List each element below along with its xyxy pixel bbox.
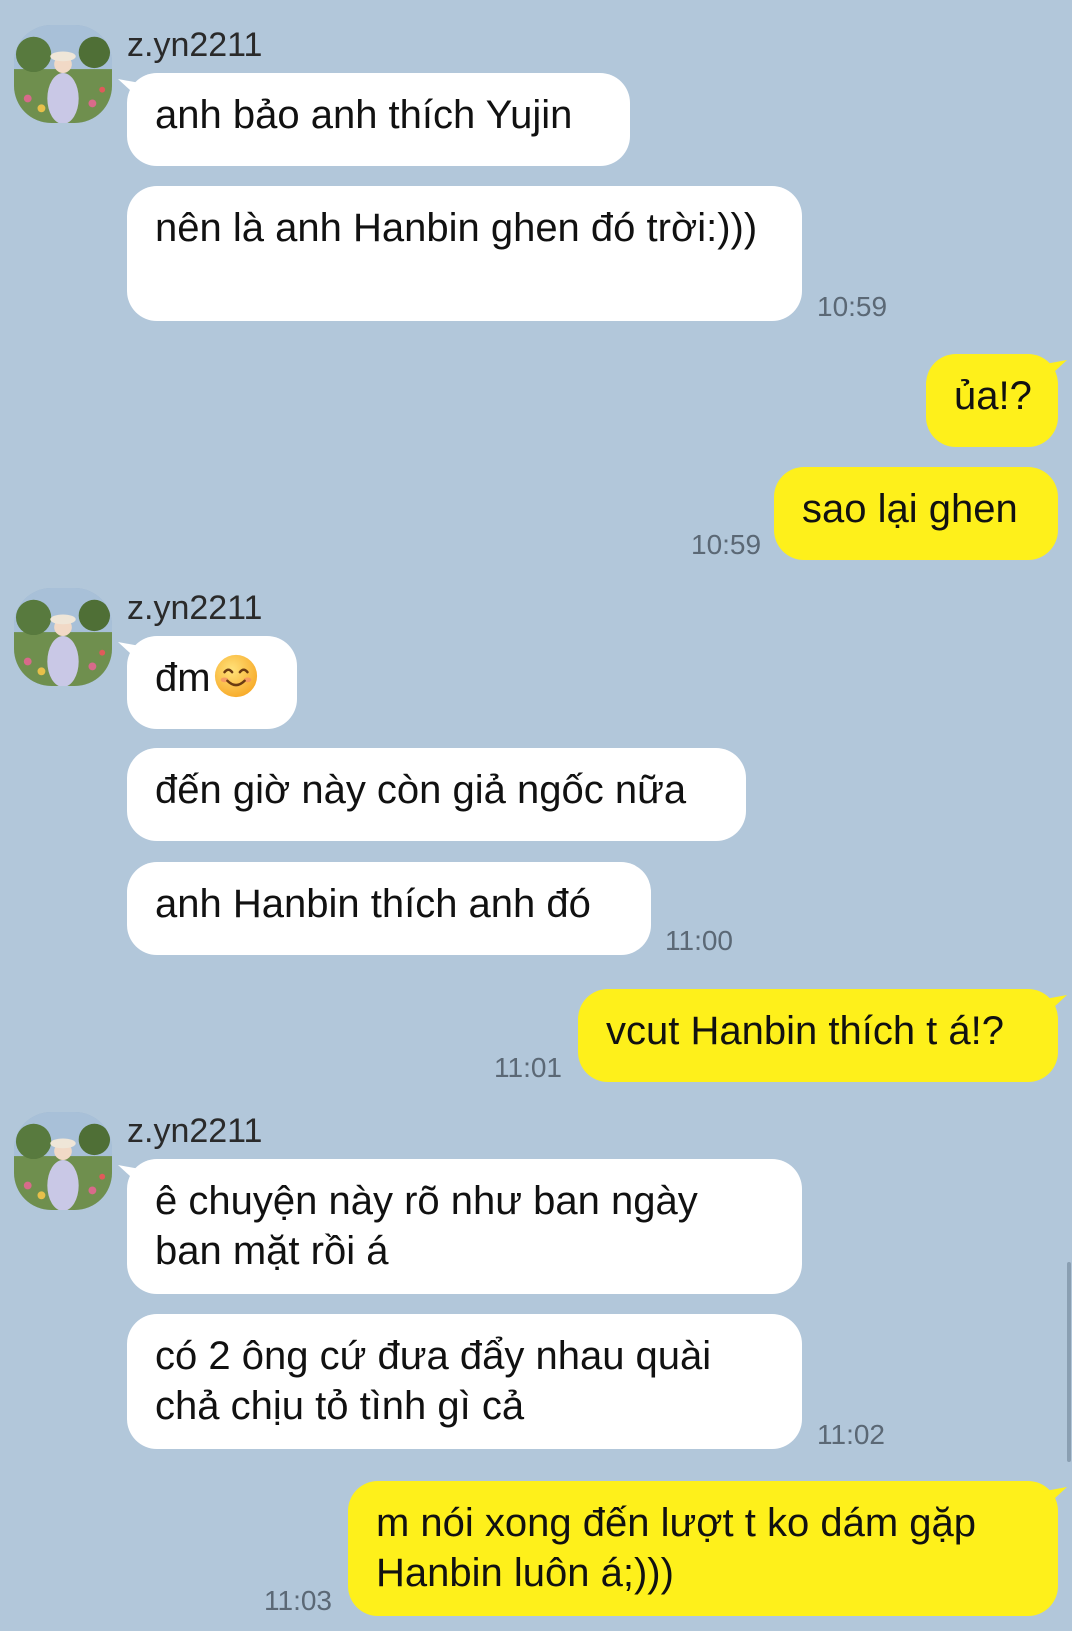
message-bubble[interactable]: anh Hanbin thích anh đó: [127, 862, 651, 955]
message-timestamp: 11:02: [817, 1419, 885, 1450]
message-bubble[interactable]: ủa!?: [926, 354, 1058, 447]
sender-name: z.yn2211: [127, 1112, 263, 1150]
message-bubble[interactable]: m nói xong đến lượt t ko dám gặp Hanbin …: [348, 1481, 1058, 1616]
chat-window: z.yn2211 anh bảo anh thích Yujin nên là …: [0, 0, 1072, 1631]
sender-name: z.yn2211: [127, 589, 263, 627]
message-text: đm: [155, 656, 211, 700]
message-bubble[interactable]: nên là anh Hanbin ghen đó trời:))): [127, 186, 802, 321]
message-timestamp: 11:03: [264, 1585, 332, 1616]
avatar[interactable]: [14, 25, 112, 123]
message-bubble[interactable]: có 2 ông cứ đưa đẩy nhau quài chả chịu t…: [127, 1314, 802, 1449]
message-timestamp: 11:01: [494, 1052, 562, 1083]
message-bubble[interactable]: đm: [127, 636, 297, 729]
avatar[interactable]: [14, 588, 112, 686]
avatar-photo: [14, 25, 112, 123]
message-bubble[interactable]: ê chuyện này rõ như ban ngày ban mặt rồi…: [127, 1159, 802, 1294]
smiling-face-emoji-icon: [214, 654, 257, 698]
message-bubble[interactable]: sao lại ghen: [774, 467, 1058, 560]
sender-name: z.yn2211: [127, 26, 263, 64]
message-bubble[interactable]: vcut Hanbin thích t á!?: [578, 989, 1058, 1082]
message-timestamp: 11:00: [665, 925, 733, 956]
message-bubble[interactable]: anh bảo anh thích Yujin: [127, 73, 630, 166]
avatar[interactable]: [14, 1112, 112, 1210]
avatar-photo: [14, 588, 112, 686]
avatar-photo: [14, 1112, 112, 1210]
scrollbar[interactable]: [1067, 1262, 1071, 1462]
message-timestamp: 10:59: [817, 291, 888, 322]
message-bubble[interactable]: đến giờ này còn giả ngốc nữa: [127, 748, 746, 841]
message-timestamp: 10:59: [691, 529, 762, 560]
